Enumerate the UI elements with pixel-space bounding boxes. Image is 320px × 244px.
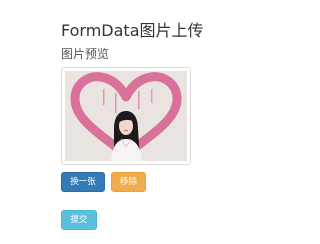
image-preview xyxy=(61,67,191,165)
remove-image-button[interactable]: 移除 xyxy=(111,172,146,192)
upload-page: FormData图片上传 图片预览 换一张 移除 提交 xyxy=(0,0,263,244)
preview-photo xyxy=(65,71,187,161)
change-image-button[interactable]: 换一张 xyxy=(61,172,105,192)
page-title: FormData图片上传 xyxy=(61,21,204,40)
submit-button[interactable]: 提交 xyxy=(61,210,97,230)
preview-heading: 图片预览 xyxy=(61,47,110,61)
